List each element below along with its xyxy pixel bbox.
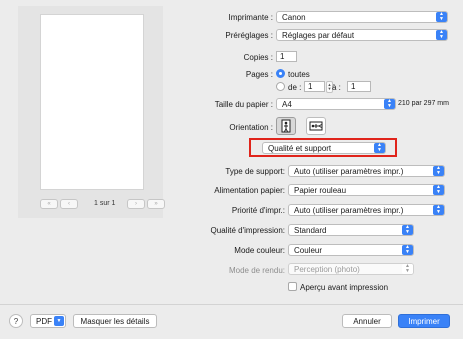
chevron-updown-icon: ▲ ▼ [433, 166, 444, 176]
paper-source-value: Papier rouleau [294, 185, 347, 195]
pages-from-label: de : [288, 83, 302, 92]
pages-label: Pages : [245, 70, 273, 79]
cancel-button[interactable]: Annuler [342, 314, 392, 328]
presets-label: Préréglages : [225, 31, 273, 40]
pages-to-label: à : [332, 83, 341, 92]
preview-checkbox-label: Aperçu avant impression [300, 283, 389, 292]
print-button[interactable]: Imprimer [398, 314, 450, 328]
print-priority-popup[interactable]: Auto (utiliser paramètres impr.) ▲ ▼ [288, 204, 445, 216]
render-mode-popup[interactable]: Perception (photo) ▲ ▼ [288, 263, 414, 275]
printer-label: Imprimante : [228, 13, 273, 22]
pages-to-field[interactable]: 1 [347, 81, 371, 92]
pdf-menu-button[interactable]: PDF ▼ [30, 314, 66, 328]
page-preview [40, 14, 144, 190]
print-quality-value: Standard [294, 225, 327, 235]
hide-details-button[interactable]: Masquer les détails [73, 314, 157, 328]
chevron-updown-icon: ▲ ▼ [433, 205, 444, 215]
color-mode-value: Couleur [294, 245, 323, 255]
copies-label: Copies : [243, 53, 273, 62]
render-mode-value: Perception (photo) [294, 264, 360, 274]
last-page-button[interactable]: » [147, 199, 165, 209]
chevron-updown-icon: ▲ ▼ [436, 12, 447, 22]
paper-source-label: Alimentation papier: [214, 186, 285, 195]
first-page-button[interactable]: « [40, 199, 58, 209]
media-type-value: Auto (utiliser paramètres impr.) [294, 166, 404, 176]
paper-dimensions: 210 par 297 mm [398, 100, 449, 107]
preview-pager-prev: « ‹ [40, 199, 78, 209]
presets-value: Réglages par défaut [282, 30, 355, 40]
pdf-label: PDF [36, 316, 52, 326]
preview-pager-next: › » [127, 199, 165, 209]
print-quality-popup[interactable]: Standard ▲ ▼ [288, 224, 414, 236]
chevron-updown-icon: ▲ ▼ [436, 30, 447, 40]
color-mode-popup[interactable]: Couleur ▲ ▼ [288, 244, 414, 256]
chevron-updown-icon: ▲ ▼ [402, 264, 413, 274]
paper-source-popup[interactable]: Papier rouleau ▲ ▼ [288, 184, 445, 196]
media-type-popup[interactable]: Auto (utiliser paramètres impr.) ▲ ▼ [288, 165, 445, 177]
chevron-updown-icon: ▲ ▼ [384, 99, 395, 109]
paper-size-label: Taille du papier : [214, 100, 273, 109]
orientation-label: Orientation : [229, 123, 273, 132]
footer-divider [0, 304, 463, 305]
pages-range-radio[interactable] [276, 82, 285, 91]
portrait-button[interactable] [276, 117, 296, 135]
section-popup[interactable]: Qualité et support ▲ ▼ [262, 142, 386, 154]
landscape-orientation-icon [309, 121, 323, 131]
portrait-orientation-icon [281, 119, 291, 133]
media-type-label: Type de support: [225, 167, 285, 176]
chevron-updown-icon: ▲ ▼ [433, 185, 444, 195]
help-button[interactable]: ? [9, 314, 23, 328]
next-page-button[interactable]: › [127, 199, 145, 209]
render-mode-label: Mode de rendu: [228, 266, 285, 275]
page-counter: 1 sur 1 [94, 200, 116, 207]
pages-from-field[interactable]: 1 [304, 81, 325, 92]
print-priority-label: Priorité d'impr.: [231, 206, 285, 215]
pages-all-label: toutes [288, 70, 310, 79]
printer-popup[interactable]: Canon ▲ ▼ [276, 11, 448, 23]
paper-size-popup[interactable]: A4 ▲ ▼ [276, 98, 396, 110]
chevron-updown-icon: ▲ ▼ [402, 225, 413, 235]
pages-all-radio[interactable] [276, 69, 285, 78]
paper-size-value: A4 [282, 99, 292, 109]
chevron-updown-icon: ▲ ▼ [402, 245, 413, 255]
previous-page-button[interactable]: ‹ [60, 199, 78, 209]
print-quality-label: Qualité d'impression: [210, 226, 285, 235]
print-priority-value: Auto (utiliser paramètres impr.) [294, 205, 404, 215]
section-value: Qualité et support [268, 143, 332, 153]
preview-checkbox[interactable] [288, 282, 297, 291]
chevron-updown-icon: ▲ ▼ [374, 143, 385, 153]
printer-value: Canon [282, 12, 306, 22]
landscape-button[interactable] [306, 117, 326, 135]
color-mode-label: Mode couleur: [234, 246, 285, 255]
chevron-down-icon: ▼ [54, 316, 64, 326]
presets-popup[interactable]: Réglages par défaut ▲ ▼ [276, 29, 448, 41]
copies-field[interactable]: 1 [276, 51, 297, 62]
